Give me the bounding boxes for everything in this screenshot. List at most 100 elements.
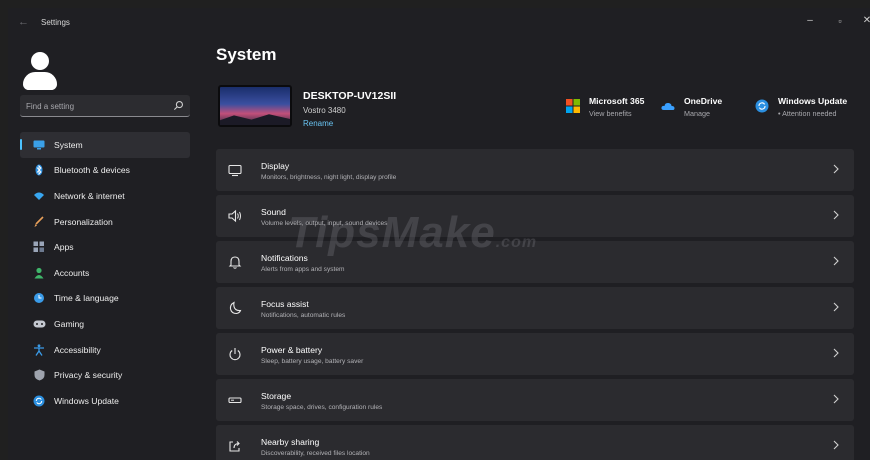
card-title: Nearby sharing xyxy=(261,437,320,447)
card-title: Storage xyxy=(261,391,292,401)
card-subtitle: Sleep, battery usage, battery saver xyxy=(261,358,364,365)
card-title: Sound xyxy=(261,207,286,217)
rename-link[interactable]: Rename xyxy=(303,119,333,128)
sidebar-item-system[interactable]: System xyxy=(20,132,190,158)
quick-link-subtitle: • Attention needed xyxy=(778,109,837,118)
sidebar-item-label: Network & internet xyxy=(54,190,125,201)
quick-link-subtitle: View benefits xyxy=(589,109,632,118)
quick-link-title: Windows Update xyxy=(778,96,848,106)
quick-link-title: OneDrive xyxy=(684,96,723,106)
settings-list: Display Monitors, brightness, night ligh… xyxy=(216,149,854,460)
windows-update-link[interactable]: Windows Update • Attention needed xyxy=(755,96,847,118)
moon-icon xyxy=(229,301,242,315)
microsoft-365-link[interactable]: Microsoft 365 View benefits xyxy=(566,96,644,118)
card-notifications[interactable]: Notifications Alerts from apps and syste… xyxy=(216,241,854,283)
onedrive-link[interactable]: OneDrive Manage xyxy=(661,96,722,118)
back-arrow-icon[interactable]: ← xyxy=(18,16,29,28)
page-title: System xyxy=(216,45,277,64)
card-subtitle: Discoverability, received files location xyxy=(261,450,370,457)
bluetooth-icon xyxy=(32,163,46,177)
chevron-right-icon xyxy=(833,348,839,358)
device-model: Vostro 3480 xyxy=(303,106,346,115)
device-wallpaper-thumbnail xyxy=(218,85,292,127)
sidebar-item-accessibility[interactable]: Accessibility xyxy=(20,337,190,363)
card-storage[interactable]: Storage Storage space, drives, configura… xyxy=(216,379,854,421)
sidebar-item-label: Personalization xyxy=(54,216,113,227)
apps-icon xyxy=(32,240,46,254)
globe-clock-icon xyxy=(32,291,46,305)
search-box[interactable] xyxy=(20,95,190,117)
bell-icon xyxy=(228,256,242,269)
card-subtitle: Notifications, automatic rules xyxy=(261,312,346,319)
shield-icon xyxy=(32,368,46,382)
close-button[interactable]: ✕ xyxy=(857,12,870,30)
search-input[interactable] xyxy=(26,99,166,113)
power-icon xyxy=(229,348,241,361)
monitor-icon xyxy=(228,164,242,177)
display-icon xyxy=(32,138,46,152)
active-indicator xyxy=(20,139,22,150)
card-subtitle: Monitors, brightness, night light, displ… xyxy=(261,174,397,181)
sidebar-item-gaming[interactable]: Gaming xyxy=(20,311,190,337)
sidebar-item-network[interactable]: Network & internet xyxy=(20,183,190,209)
chevron-right-icon xyxy=(833,164,839,174)
title-bar: ← Settings – ▫ ✕ xyxy=(8,8,870,38)
speaker-icon xyxy=(228,209,241,223)
card-title: Notifications xyxy=(261,253,308,263)
card-sound[interactable]: Sound Volume levels, output, input, soun… xyxy=(216,195,854,237)
sidebar-item-label: System xyxy=(54,139,83,150)
card-focus-assist[interactable]: Focus assist Notifications, automatic ru… xyxy=(216,287,854,329)
chevron-right-icon xyxy=(833,440,839,450)
card-title: Focus assist xyxy=(261,299,309,309)
sidebar-item-label: Accounts xyxy=(54,267,90,278)
settings-window: ← Settings – ▫ ✕ System Bluetooth & xyxy=(8,8,870,460)
maximize-button[interactable]: ▫ xyxy=(830,12,850,30)
card-nearby-sharing[interactable]: Nearby sharing Discoverability, received… xyxy=(216,425,854,460)
sidebar-item-bluetooth[interactable]: Bluetooth & devices xyxy=(20,158,190,184)
update-icon xyxy=(32,394,46,408)
sidebar-item-privacy[interactable]: Privacy & security xyxy=(20,362,190,388)
card-title: Display xyxy=(261,161,290,171)
minimize-button[interactable]: – xyxy=(800,12,820,30)
quick-link-subtitle: Manage xyxy=(684,109,710,118)
card-power-battery[interactable]: Power & battery Sleep, battery usage, ba… xyxy=(216,333,854,375)
cloud-icon xyxy=(661,102,675,110)
sidebar-item-label: Accessibility xyxy=(54,344,101,355)
sidebar-item-label: Time & language xyxy=(54,293,119,304)
card-title: Power & battery xyxy=(261,345,323,355)
wifi-icon xyxy=(32,189,46,203)
chevron-right-icon xyxy=(833,256,839,266)
update-icon xyxy=(755,99,769,113)
sidebar-item-time-language[interactable]: Time & language xyxy=(20,286,190,312)
sidebar-item-label: Bluetooth & devices xyxy=(54,165,130,176)
accessibility-icon xyxy=(32,343,46,357)
card-subtitle: Alerts from apps and system xyxy=(261,266,345,273)
card-subtitle: Storage space, drives, configuration rul… xyxy=(261,404,383,411)
microsoft-logo-icon xyxy=(566,99,580,113)
search-icon[interactable] xyxy=(173,100,184,111)
card-display[interactable]: Display Monitors, brightness, night ligh… xyxy=(216,149,854,191)
brush-icon xyxy=(32,215,46,229)
sidebar-item-label: Windows Update xyxy=(54,395,119,406)
app-title: Settings xyxy=(41,18,70,27)
controller-icon xyxy=(32,317,46,331)
share-icon xyxy=(229,441,240,452)
card-subtitle: Volume levels, output, input, sound devi… xyxy=(261,220,388,227)
quick-link-title: Microsoft 365 xyxy=(589,96,645,106)
sidebar-item-apps[interactable]: Apps xyxy=(20,234,190,260)
sidebar-nav: System Bluetooth & devices Network & int… xyxy=(20,132,190,414)
sidebar-item-windows-update[interactable]: Windows Update xyxy=(20,388,190,414)
person-icon xyxy=(32,266,46,280)
sidebar-item-label: Apps xyxy=(54,242,74,253)
sidebar-item-personalization[interactable]: Personalization xyxy=(20,209,190,235)
sidebar-item-accounts[interactable]: Accounts xyxy=(20,260,190,286)
chevron-right-icon xyxy=(833,210,839,220)
chevron-right-icon xyxy=(833,302,839,312)
sidebar-item-label: Privacy & security xyxy=(54,370,123,381)
storage-icon xyxy=(228,397,242,404)
user-avatar-icon[interactable] xyxy=(23,52,57,90)
device-name: DESKTOP-UV12SII xyxy=(303,90,397,102)
sidebar-item-label: Gaming xyxy=(54,318,85,329)
chevron-right-icon xyxy=(833,394,839,404)
avatar-body xyxy=(23,72,57,90)
